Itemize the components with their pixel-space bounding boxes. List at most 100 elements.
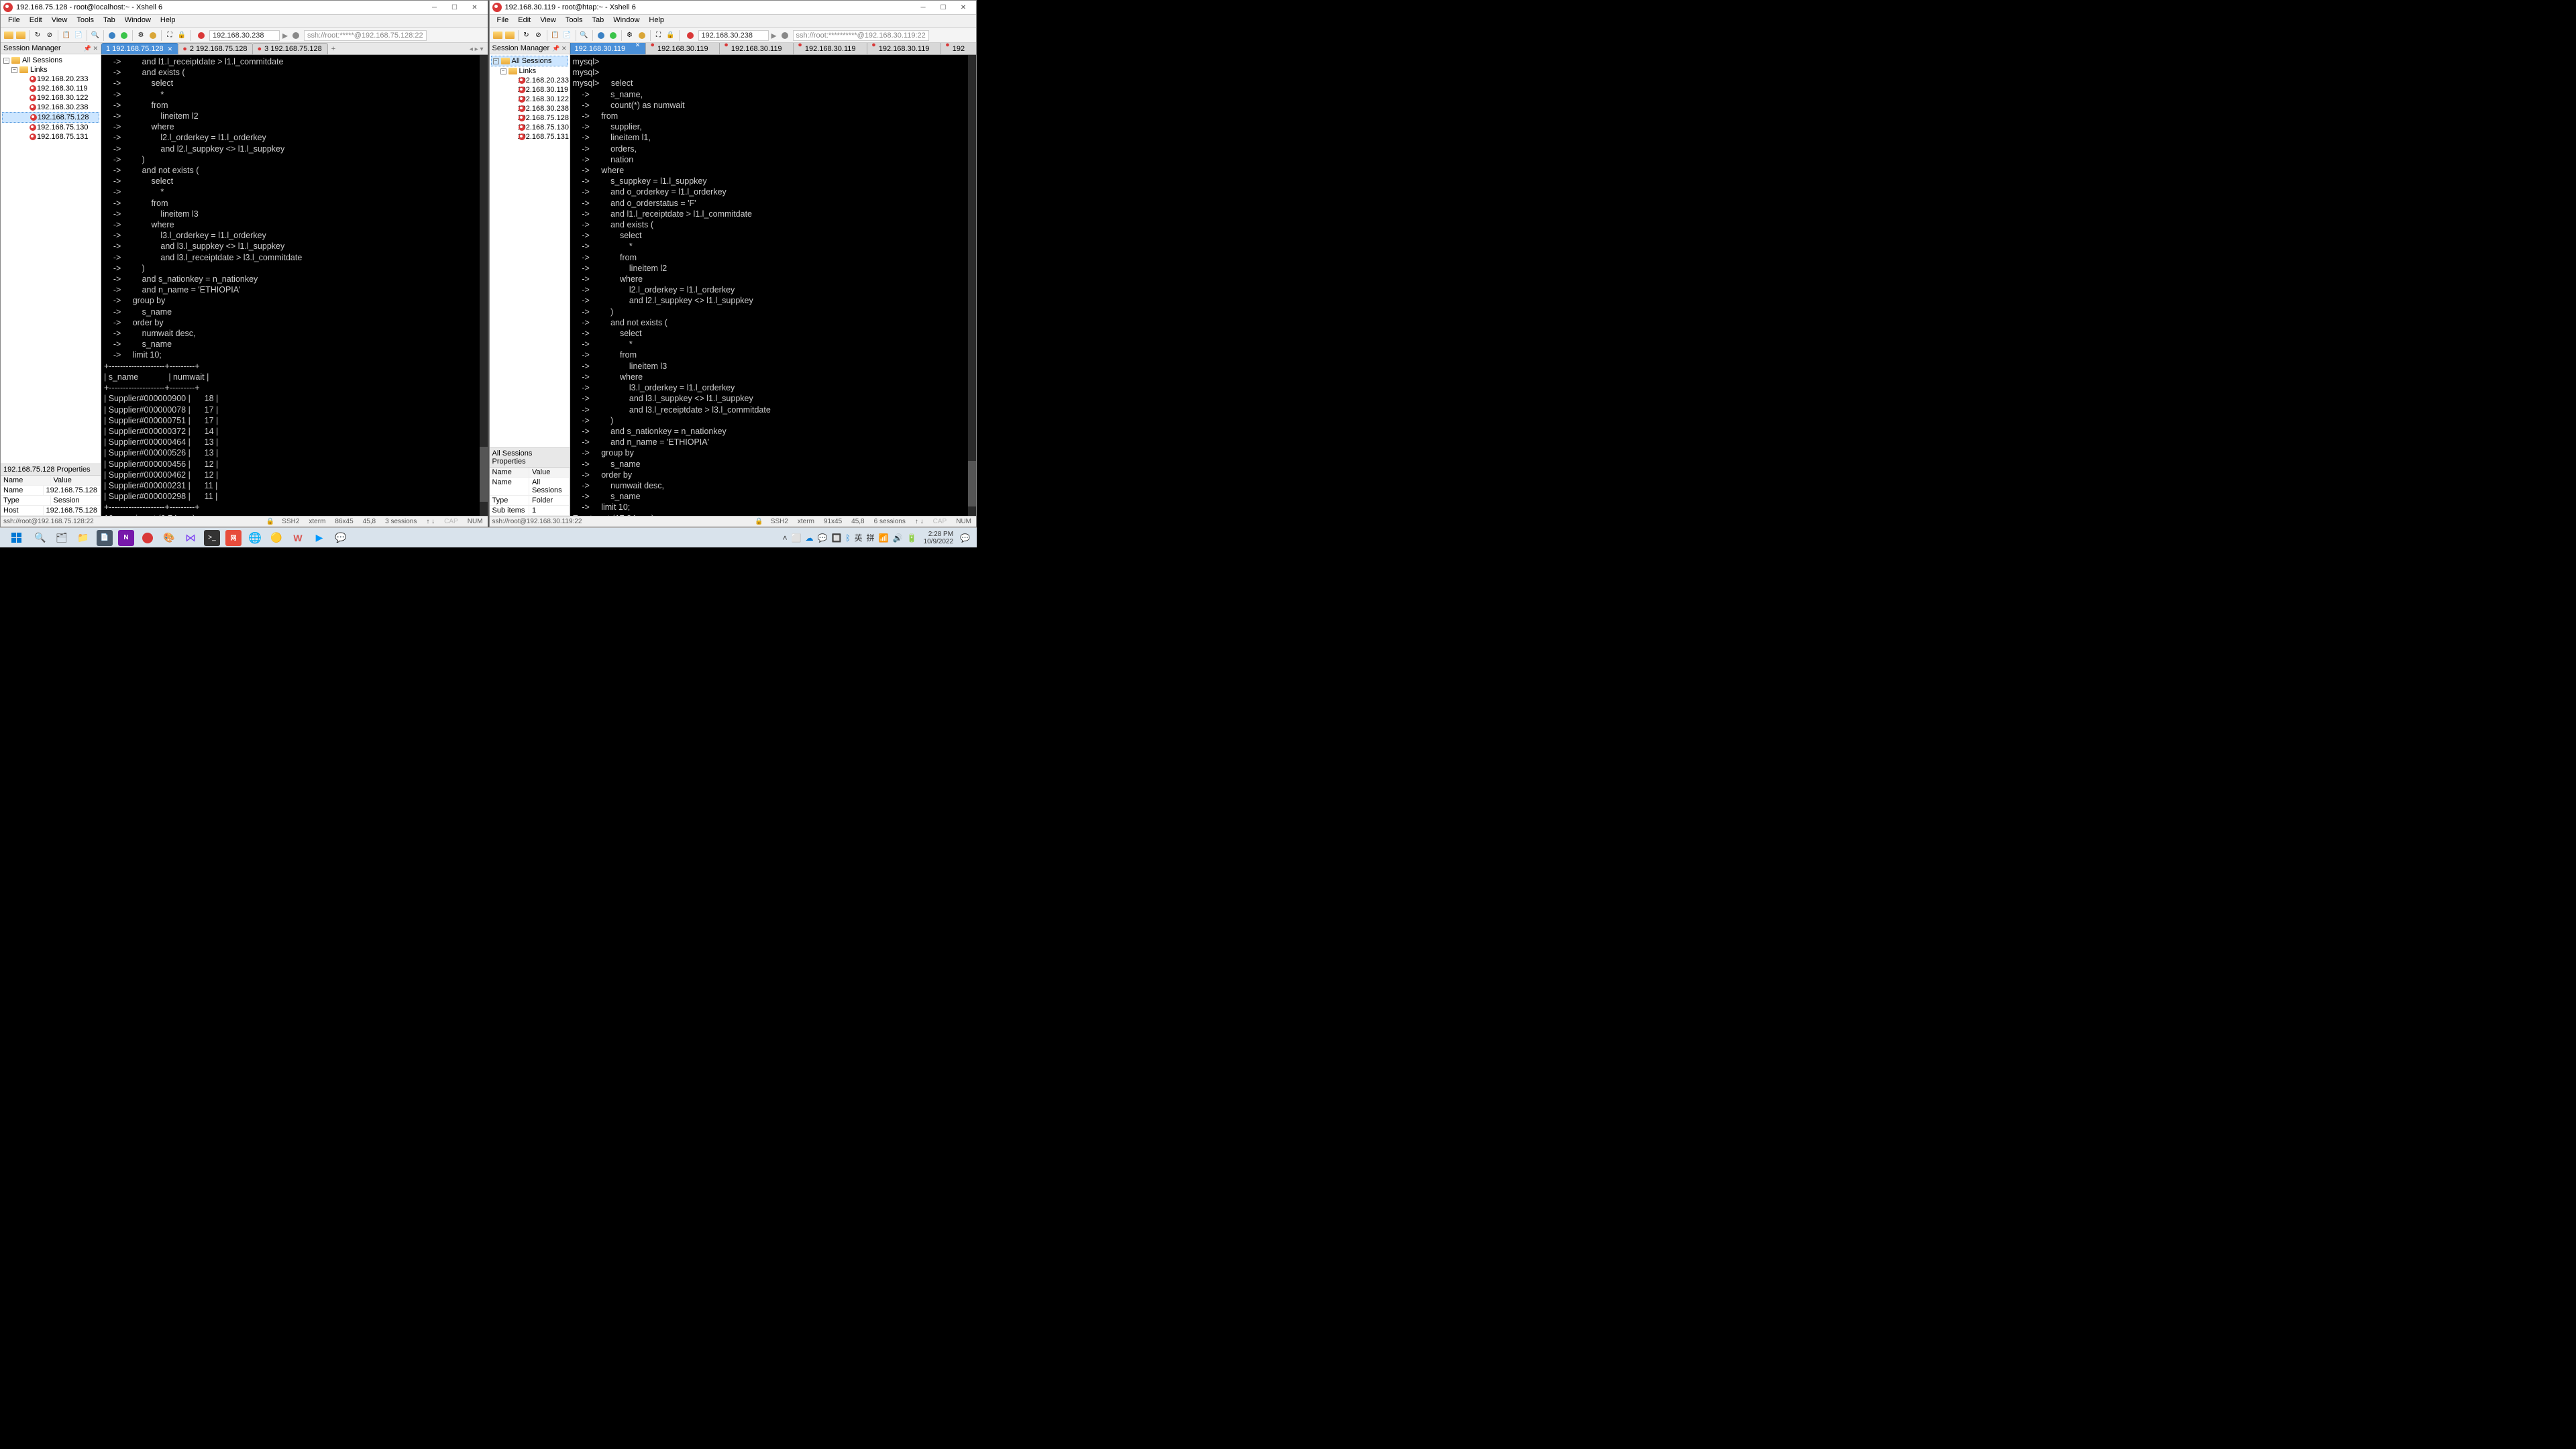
terminal-output[interactable]: -> and l1.l_receiptdate > l1.l_commitdat… (101, 55, 488, 516)
address-input-2[interactable]: ssh://root:*****@192.168.75.128:22 (304, 30, 427, 41)
minimize-button[interactable]: ─ (425, 1, 445, 14)
fullscreen-icon[interactable]: ⛶ (653, 30, 664, 41)
start-button[interactable] (5, 529, 27, 547)
battery-icon[interactable]: 🔋 (907, 533, 917, 543)
tool-icon-2[interactable] (637, 30, 647, 41)
tray-chevron-icon[interactable]: ˄ (783, 533, 788, 543)
app-icon-1[interactable]: 📄 (97, 530, 113, 546)
tab-6[interactable]: ●6 192 (941, 43, 976, 54)
globe-icon-2[interactable] (290, 30, 301, 41)
globe-icon-2[interactable] (780, 30, 790, 41)
xshell-icon[interactable] (140, 530, 156, 546)
terminal-scrollbar[interactable] (480, 55, 488, 516)
menu-window[interactable]: Window (608, 15, 644, 28)
menu-help[interactable]: Help (156, 15, 180, 28)
pin-icon[interactable]: 📌 ✕ (84, 45, 98, 52)
pin-icon[interactable]: 📌 ✕ (552, 45, 566, 52)
tree-host[interactable]: 192.168.30.238 (491, 104, 568, 113)
menu-tools[interactable]: Tools (72, 15, 99, 28)
tree-host[interactable]: 192.168.20.233 (2, 74, 99, 84)
reconnect-icon[interactable]: ↻ (32, 30, 43, 41)
menu-edit[interactable]: Edit (513, 15, 535, 28)
address-input-2[interactable]: ssh://root:**********@192.168.30.119:22 (793, 30, 929, 41)
copy-icon[interactable]: 📋 (61, 30, 72, 41)
tree-host-selected[interactable]: 192.168.75.128 (2, 112, 99, 123)
tab-nav[interactable]: ◂ ▸ ▾ (466, 44, 488, 54)
vscode-icon[interactable]: ⋈ (182, 530, 199, 546)
tab-add-button[interactable]: + (327, 44, 339, 54)
tab-2[interactable]: ●2 192.168.75.128 (178, 43, 253, 54)
open-session-icon[interactable] (15, 30, 26, 41)
disconnect-icon[interactable]: ⊘ (533, 30, 544, 41)
tree-host[interactable]: 192.168.30.119 (2, 84, 99, 93)
disconnect-icon[interactable]: ⊘ (44, 30, 55, 41)
tree-root-selected[interactable]: −All Sessions (491, 56, 568, 66)
tree-host[interactable]: 192.168.20.233 (491, 76, 568, 85)
menu-help[interactable]: Help (644, 15, 669, 28)
menu-edit[interactable]: Edit (25, 15, 47, 28)
minimize-button[interactable]: ─ (913, 1, 933, 14)
tab-4[interactable]: ●4 192.168.30.119 (793, 43, 867, 54)
session-tree[interactable]: −All Sessions −Links 192.168.20.233 192.… (490, 54, 570, 447)
new-session-icon[interactable] (3, 30, 14, 41)
close-button[interactable]: ✕ (465, 1, 485, 14)
tab-3[interactable]: ●3 192.168.75.128 (252, 43, 327, 54)
explorer-icon[interactable]: 🗂 (54, 530, 70, 546)
tool-icon[interactable]: ⚙ (625, 30, 635, 41)
volume-icon[interactable]: 🔊 (893, 533, 903, 543)
terminal-icon[interactable]: >_ (204, 530, 220, 546)
app-icon-red[interactable]: 网 (225, 530, 241, 546)
session-tree[interactable]: −All Sessions −Links 192.168.20.233 192.… (1, 54, 101, 464)
titlebar[interactable]: 192.168.75.128 - root@localhost:~ - Xshe… (1, 1, 488, 15)
tree-host[interactable]: 192.168.75.131 (491, 132, 568, 142)
tree-host[interactable]: 192.168.30.119 (491, 85, 568, 95)
terminal-output[interactable]: mysql> mysql> mysql> select -> s_name, -… (570, 55, 977, 516)
tree-host[interactable]: 192.168.75.131 (2, 132, 99, 142)
paste-icon[interactable]: 📄 (73, 30, 84, 41)
ime-mode-icon[interactable]: 拼 (867, 532, 875, 543)
tree-root[interactable]: −All Sessions (2, 56, 99, 65)
terminal-scrollbar[interactable] (968, 55, 976, 516)
maximize-button[interactable]: ☐ (933, 1, 953, 14)
menu-tools[interactable]: Tools (561, 15, 588, 28)
file-explorer-icon[interactable]: 📁 (75, 530, 91, 546)
windows-taskbar[interactable]: 🔍 🗂 📁 📄 N 🎨 ⋈ >_ 网 🌐 🟡 W ▶ 💬 ˄ ⬜ ☁ 💬 🔲 ᛒ… (0, 527, 977, 547)
new-session-icon[interactable] (492, 30, 503, 41)
tree-host[interactable]: 192.168.75.128 (491, 113, 568, 123)
color-dot-blue[interactable] (107, 30, 117, 41)
tree-host[interactable]: 192.168.30.238 (2, 103, 99, 112)
onenote-icon[interactable]: N (118, 530, 134, 546)
tool-icon[interactable]: ⚙ (136, 30, 146, 41)
tree-links-folder[interactable]: −Links (491, 66, 568, 76)
tree-host[interactable]: 192.168.75.130 (2, 123, 99, 132)
tree-links-folder[interactable]: −Links (2, 65, 99, 74)
app-icon-2[interactable]: 🎨 (161, 530, 177, 546)
tab-3[interactable]: ●3 192.168.30.119 (719, 43, 794, 54)
menu-tab[interactable]: Tab (99, 15, 120, 28)
menu-file[interactable]: File (3, 15, 25, 28)
edge-icon[interactable]: 🌐 (247, 530, 263, 546)
find-icon[interactable]: 🔍 (579, 30, 590, 41)
wifi-icon[interactable]: 📶 (879, 533, 889, 543)
menu-view[interactable]: View (47, 15, 72, 28)
lock-icon[interactable]: 🔒 (665, 30, 676, 41)
tool-icon-2[interactable] (148, 30, 158, 41)
copy-icon[interactable]: 📋 (550, 30, 561, 41)
tray-icon-2[interactable]: 💬 (818, 533, 828, 543)
menu-tab[interactable]: Tab (588, 15, 609, 28)
globe-icon[interactable] (196, 30, 207, 41)
taskbar-clock[interactable]: 2:28 PM 10/9/2022 (921, 531, 957, 545)
tray-app-icon[interactable]: ⬜ (792, 533, 802, 543)
paste-icon[interactable]: 📄 (562, 30, 573, 41)
wps-icon[interactable]: W (290, 530, 306, 546)
tab-1[interactable]: 1 192.168.30.119✕ (570, 43, 647, 54)
wechat-icon[interactable]: 💬 (333, 530, 349, 546)
chrome-icon[interactable]: 🟡 (268, 530, 284, 546)
globe-icon[interactable] (685, 30, 696, 41)
search-icon[interactable]: 🔍 (32, 530, 48, 546)
fullscreen-icon[interactable]: ⛶ (164, 30, 175, 41)
bluetooth-icon[interactable]: ᛒ (845, 533, 850, 543)
lock-icon[interactable]: 🔒 (176, 30, 187, 41)
tab-2[interactable]: ●2 192.168.30.119 (645, 43, 720, 54)
open-session-icon[interactable] (504, 30, 515, 41)
